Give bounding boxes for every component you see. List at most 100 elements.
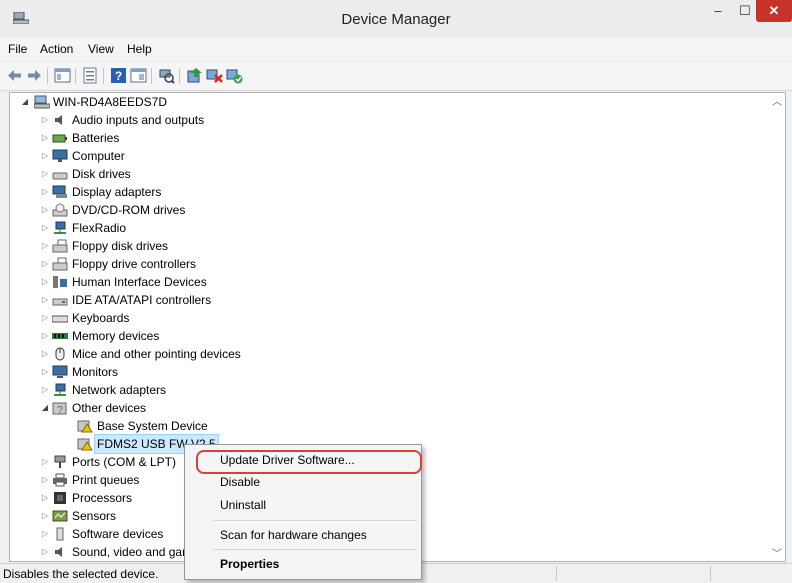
highlight-annotation — [196, 450, 422, 474]
menu-item-scan-hardware[interactable]: Scan for hardware changes — [186, 524, 420, 546]
help-icon[interactable]: ? — [110, 67, 127, 84]
window-title: Device Manager — [341, 11, 451, 28]
expand-arrow-icon[interactable]: ▷ — [40, 291, 50, 309]
menu-item-disable[interactable]: Disable — [186, 471, 420, 493]
toolbar-separator — [151, 68, 152, 84]
menu-help[interactable]: Help — [127, 42, 152, 56]
expand-arrow-icon[interactable]: ▷ — [40, 489, 50, 507]
memory-icon — [52, 333, 68, 339]
scroll-up-arrow-icon[interactable]: ︿ — [769, 93, 785, 109]
device-manager-window: Device Manager – ☐ ✕ File Action View He… — [0, 0, 792, 583]
forward-arrow-icon[interactable] — [26, 67, 43, 84]
menu-action[interactable]: Action — [40, 42, 73, 56]
minimize-button[interactable]: – — [705, 0, 731, 22]
expand-arrow-icon[interactable]: ▷ — [40, 453, 50, 471]
expand-arrow-icon[interactable]: ▷ — [40, 111, 50, 129]
status-text: Disables the selected device. — [3, 567, 159, 581]
toolbar-separator — [47, 68, 48, 84]
tree-category-label: Display adapters — [72, 185, 162, 199]
menu-file[interactable]: File — [8, 42, 27, 56]
tree-category-label: FlexRadio — [72, 221, 127, 235]
svg-text:?: ? — [57, 405, 63, 415]
expand-arrow-icon[interactable]: ▷ — [40, 363, 50, 381]
computer-icon — [34, 95, 50, 109]
expand-arrow-icon[interactable]: ▷ — [40, 327, 50, 345]
printer-icon — [53, 473, 67, 487]
collapse-arrow-icon[interactable]: ◢ — [20, 93, 30, 111]
tree-category-label: Floppy drive controllers — [72, 257, 197, 271]
expand-arrow-icon[interactable]: ▷ — [40, 525, 50, 543]
expand-arrow-icon[interactable]: ▷ — [40, 471, 50, 489]
warning-device-icon — [77, 438, 93, 451]
speaker-icon — [55, 115, 62, 125]
floppy-drive-icon — [52, 239, 68, 253]
maximize-button[interactable]: ☐ — [732, 0, 758, 22]
menu-separator — [213, 549, 417, 550]
tree-root-label: WIN-RD4A8EEDS7D — [53, 95, 168, 109]
tree-category-label: Processors — [72, 491, 133, 505]
menu-item-uninstall[interactable]: Uninstall — [186, 494, 420, 516]
collapse-arrow-icon[interactable]: ◢ — [40, 399, 50, 417]
menu-view[interactable]: View — [88, 42, 114, 56]
enable-device-icon[interactable] — [226, 67, 243, 84]
tree-category-label: Sensors — [72, 509, 117, 523]
expand-arrow-icon[interactable]: ▷ — [40, 273, 50, 291]
back-arrow-icon[interactable] — [6, 67, 23, 84]
keyboard-icon — [52, 315, 68, 323]
tree-category-label: IDE ATA/ATAPI controllers — [72, 293, 212, 307]
properties-icon[interactable] — [82, 67, 99, 84]
expand-arrow-icon[interactable]: ▷ — [40, 237, 50, 255]
expand-arrow-icon[interactable]: ▷ — [40, 183, 50, 201]
tree-category-label: Other devices — [72, 401, 147, 415]
tree-device-label: Base System Device — [97, 419, 208, 433]
expand-arrow-icon[interactable]: ▷ — [40, 309, 50, 327]
sound-icon — [55, 547, 62, 557]
toolbar-separator — [75, 68, 76, 84]
expand-arrow-icon[interactable]: ▷ — [40, 147, 50, 165]
battery-icon — [52, 134, 67, 143]
menu-item-properties[interactable]: Properties — [186, 553, 420, 575]
toolbar-separator — [179, 68, 180, 84]
title-bar: Device Manager – ☐ ✕ — [0, 0, 792, 38]
expand-arrow-icon[interactable]: ▷ — [40, 165, 50, 183]
menu-item-label: Uninstall — [220, 498, 267, 512]
expand-arrow-icon[interactable]: ▷ — [40, 381, 50, 399]
monitor-icon — [52, 149, 68, 162]
status-divider — [710, 566, 711, 581]
tree-category-label: Computer — [72, 149, 125, 163]
update-driver-icon[interactable] — [186, 67, 203, 84]
menu-separator — [213, 520, 417, 521]
expand-arrow-icon[interactable]: ▷ — [40, 507, 50, 525]
show-hide-console-tree-icon[interactable] — [54, 67, 71, 84]
tree-category-label: Monitors — [72, 365, 119, 379]
expand-arrow-icon[interactable]: ▷ — [40, 345, 50, 363]
expand-arrow-icon[interactable]: ▷ — [40, 129, 50, 147]
view-icon[interactable] — [130, 67, 147, 84]
toolbar: ? — [0, 62, 792, 91]
uninstall-device-icon[interactable] — [206, 67, 223, 84]
scan-hardware-icon[interactable] — [158, 67, 175, 84]
expand-arrow-icon[interactable]: ▷ — [40, 543, 50, 561]
tree-category-label: Software devices — [72, 527, 164, 541]
ide-controller-icon — [52, 298, 68, 306]
port-icon — [54, 455, 66, 468]
tree-category-label: Audio inputs and outputs — [72, 113, 205, 127]
tree-category-label: Batteries — [72, 131, 120, 145]
close-button[interactable]: ✕ — [756, 0, 792, 22]
expand-arrow-icon[interactable]: ▷ — [40, 255, 50, 273]
dvd-drive-icon — [52, 203, 68, 217]
scroll-down-arrow-icon[interactable]: ﹀ — [769, 545, 785, 561]
display-adapter-icon — [52, 185, 67, 198]
expand-arrow-icon[interactable]: ▷ — [40, 219, 50, 237]
toolbar-separator — [103, 68, 104, 84]
menu-item-label: Scan for hardware changes — [220, 528, 367, 542]
tree-category-label: Floppy disk drives — [72, 239, 169, 253]
expand-arrow-icon[interactable]: ▷ — [40, 201, 50, 219]
tree-category-label: Mice and other pointing devices — [72, 347, 241, 361]
tree-category-label: Human Interface Devices — [72, 275, 207, 289]
status-divider — [556, 566, 557, 581]
sensor-icon — [52, 510, 68, 522]
tree-category-label: Ports (COM & LPT) — [72, 455, 177, 469]
disk-drive-icon — [52, 172, 68, 180]
processor-icon — [54, 492, 66, 504]
